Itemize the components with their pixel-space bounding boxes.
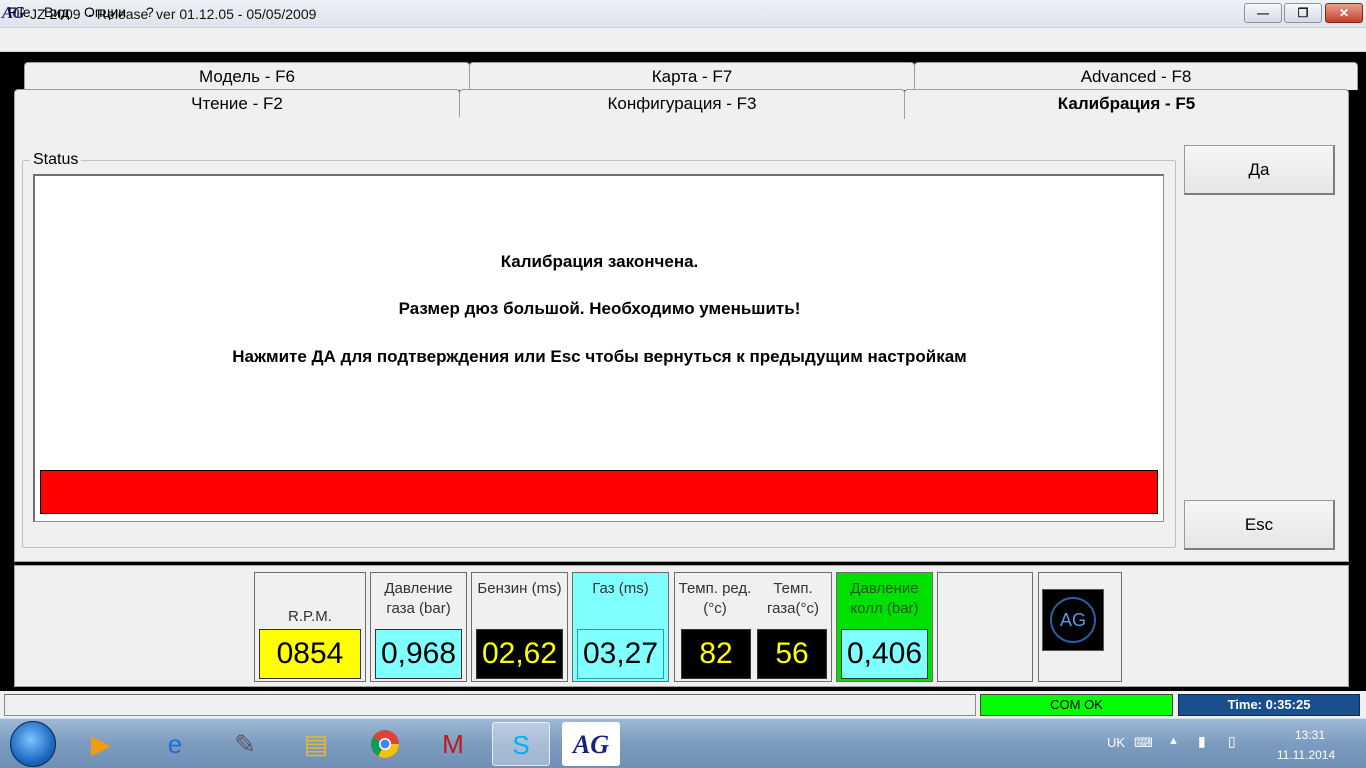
maximize-button[interactable]: ❐ [1284,3,1322,23]
tab-advanced[interactable]: Advanced - F8 [914,62,1358,90]
petrol-gauge: Бензин (ms) 02,62 [471,572,568,682]
status-text-field [4,694,976,716]
minimize-button[interactable]: — [1244,3,1282,23]
network-icon[interactable]: ▮ [1198,733,1206,750]
tab-read[interactable]: Чтение - F2 [14,89,460,117]
battery-icon[interactable]: ▯ [1228,733,1236,750]
gas-pressure-gauge: Давление газа (bar) 0,968 [370,572,467,682]
gas-pressure-label: Давление газа (bar) [384,580,453,617]
clock-time[interactable]: 13:31 [1270,728,1350,742]
mcafee-icon[interactable]: M [424,722,482,766]
collector-pressure-gauge: Давление колл (bar) 0,406 [836,572,933,682]
status-message-3: Нажмите ДА для подтверждения или Esc что… [232,347,967,366]
rpm-label: R.P.M. [288,608,332,625]
chrome-icon[interactable] [356,722,414,766]
clock-date[interactable]: 11.11.2014 [1262,748,1350,762]
menu-options[interactable]: Опции [84,4,126,20]
rpm-gauge: R.P.M. 0854 [254,572,366,682]
petrol-label: Бензин (ms) [477,580,562,597]
skype-icon[interactable]: S [492,722,550,766]
keyboard-icon[interactable]: ⌨ [1134,735,1153,751]
status-message-2: Размер дюз большой. Необходимо уменьшить… [398,299,801,318]
elapsed-time: Time: 0:35:25 [1178,694,1360,716]
gas-value: 03,27 [577,629,664,679]
tab-calibration[interactable]: Калибрация - F5 [904,89,1349,119]
menu-bar [0,28,1366,52]
folder-icon[interactable]: ▤ [287,722,345,766]
gas-gauge: Газ (ms) 03,27 [572,572,669,682]
status-message-1: Калибрация закончена. [500,252,699,271]
language-indicator[interactable]: UK [1107,735,1125,750]
temp-reducer-label: Темп. ред.(°c) [678,580,752,617]
close-button[interactable]: ✕ [1325,3,1363,23]
collector-pressure-label: Давление колл (bar) [850,580,919,617]
status-indicator-bar [40,470,1158,514]
gas-label: Газ (ms) [592,580,649,597]
petrol-value: 02,62 [476,629,563,679]
ag-logo-text: AG [1050,597,1096,643]
start-button[interactable] [10,721,56,767]
yes-button[interactable]: Да [1184,145,1335,195]
esc-button[interactable]: Esc [1184,500,1335,550]
empty-gauge-slot [937,572,1033,682]
window-title: JZ 2009 - Release ver 01.12.05 - 05/05/2… [30,6,317,22]
ag-app-icon[interactable]: AG [562,722,620,766]
rpm-value: 0854 [259,629,361,679]
temp-gas-label: Темп. газа(°c) [766,580,820,617]
menu-help[interactable]: ? [146,4,154,20]
menu-view[interactable]: Вид [44,4,69,20]
tab-map[interactable]: Карта - F7 [469,62,915,90]
temp-reducer-value: 82 [681,629,751,679]
temp-gas-value: 56 [757,629,827,679]
gas-pressure-value: 0,968 [375,629,462,679]
tab-configuration[interactable]: Конфигурация - F3 [459,89,905,117]
tab-model[interactable]: Модель - F6 [24,62,470,90]
menu-file[interactable]: File [8,4,31,20]
show-hidden-icons-icon[interactable]: ▲ [1168,735,1179,747]
collector-pressure-value: 0,406 [841,629,928,679]
tools-icon[interactable]: ✎ [216,722,274,766]
status-legend: Status [30,151,82,169]
media-player-icon[interactable]: ▶ [72,722,130,766]
internet-explorer-icon[interactable]: e [146,722,204,766]
com-status: COM OK [980,694,1173,716]
temperature-gauge: Темп. ред.(°c) Темп. газа(°c) 82 56 [674,572,832,682]
taskbar [0,718,1366,768]
